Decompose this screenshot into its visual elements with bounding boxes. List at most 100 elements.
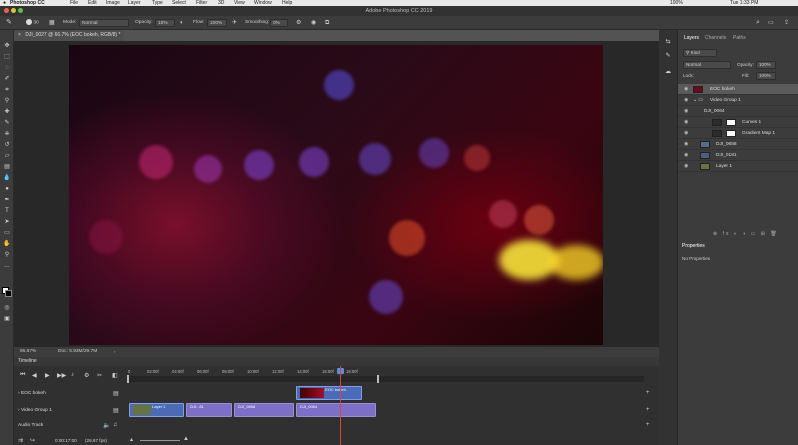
visibility-eye-icon[interactable]: ◉ — [684, 139, 688, 150]
zoom-tool-icon[interactable]: ⚲ — [3, 251, 11, 259]
dodge-tool-icon[interactable]: ● — [3, 185, 11, 193]
blend-mode-dropdown[interactable]: Normal — [683, 61, 731, 69]
layer-row-dji-0181[interactable]: ◉ DJI_0181 — [678, 150, 798, 161]
history-panel-icon[interactable]: ⇆ — [664, 38, 672, 46]
layer-row-gradient-map[interactable]: ◉ Gradient Map 1 — [678, 128, 798, 139]
previous-frame-icon[interactable]: ◀ — [32, 372, 37, 379]
quick-select-tool-icon[interactable]: ✐ — [3, 75, 11, 83]
timeline-zoom-slider[interactable] — [140, 440, 180, 441]
minimize-window-button[interactable] — [11, 8, 16, 13]
symmetry-icon[interactable]: ⧉ — [325, 19, 329, 27]
workspace-icon[interactable]: ▭ — [768, 19, 774, 27]
add-media-icon[interactable]: + — [646, 407, 650, 413]
fill-field[interactable]: 100% — [756, 72, 776, 80]
track-options-icon[interactable]: ▤ — [113, 407, 119, 414]
audio-note-icon[interactable]: ♫ — [113, 422, 118, 428]
airbrush-icon[interactable]: ✈ — [232, 19, 237, 27]
crop-tool-icon[interactable]: ⌗ — [3, 86, 11, 94]
track-label-audio[interactable]: Audio Track — [18, 423, 43, 428]
layer-row-dji-0658[interactable]: ◉ DJI_0658 — [678, 139, 798, 150]
gradient-tool-icon[interactable]: ▤ — [3, 163, 11, 171]
type-tool-icon[interactable]: T — [3, 207, 11, 215]
opacity-field[interactable]: 10% — [155, 19, 175, 27]
visibility-eye-icon[interactable]: ◉ — [684, 161, 688, 172]
shape-tool-icon[interactable]: ▭ — [3, 229, 11, 237]
history-brush-tool-icon[interactable]: ↺ — [3, 141, 11, 149]
close-window-button[interactable] — [4, 8, 9, 13]
healing-brush-tool-icon[interactable]: ✚ — [3, 108, 11, 116]
flow-field[interactable]: 100% — [207, 19, 227, 27]
tab-layers[interactable]: Layers — [684, 35, 699, 41]
audio-volume-icon[interactable]: 🔈 — [103, 422, 110, 429]
smoothing-field[interactable]: 0% — [270, 19, 288, 27]
timeline-clip-eoc-bokeh[interactable]: EOC bokeh — [296, 386, 362, 400]
layer-row-dji-0064[interactable]: ◉ DJI_0064 — [678, 106, 798, 117]
zoom-window-button[interactable] — [18, 8, 23, 13]
brush-tool-icon-active[interactable]: ✎ — [3, 119, 11, 127]
brush-settings-icon[interactable]: ▦ — [49, 19, 55, 27]
share-icon[interactable]: ⇪ — [784, 19, 789, 27]
lasso-tool-icon[interactable]: ◌ — [3, 64, 11, 72]
timeline-clip-dji-0658[interactable]: DJI_0658 — [234, 403, 294, 417]
layer-opacity-field[interactable]: 100% — [756, 61, 776, 69]
track-options-icon[interactable]: ▤ — [113, 390, 119, 397]
zoom-out-icon[interactable]: ▴ — [130, 436, 133, 443]
marquee-tool-icon[interactable]: ⬚ — [3, 53, 11, 61]
pressure-size-icon[interactable]: ◉ — [311, 19, 316, 27]
timeline-clip-dji-0064[interactable]: DJI_0064 — [296, 403, 376, 417]
layer-row-layer1[interactable]: ◉ Layer 1 — [678, 161, 798, 172]
status-menu-arrow-icon[interactable]: › — [114, 347, 115, 357]
go-to-first-frame-icon[interactable]: ⏮ — [20, 372, 25, 379]
search-icon[interactable]: ⌕ — [756, 19, 760, 27]
smoothing-options-gear-icon[interactable]: ⚙ — [296, 19, 301, 27]
move-tool-icon[interactable]: ✥ — [3, 42, 11, 50]
mode-dropdown[interactable]: Normal — [79, 19, 129, 27]
add-media-icon[interactable]: + — [646, 422, 650, 428]
brush-tool-icon[interactable]: ✎ — [6, 19, 12, 27]
zoom-in-icon[interactable]: ▲ — [183, 436, 189, 442]
blur-tool-icon[interactable]: 💧 — [3, 174, 11, 182]
visibility-eye-icon[interactable]: ◉ — [684, 84, 688, 95]
pen-tool-icon[interactable]: ✒ — [3, 196, 11, 204]
timeline-clip-dji-81[interactable]: DJI...81 — [186, 403, 232, 417]
convert-frame-icon[interactable]: ↪ — [30, 437, 35, 444]
brush-panel-icon[interactable]: ✎ — [664, 52, 672, 60]
settings-gear-icon[interactable]: ⚙ — [84, 372, 89, 379]
quick-mask-icon[interactable]: ◎ — [3, 304, 11, 312]
tab-paths[interactable]: Paths — [733, 35, 746, 41]
layer-row-curves[interactable]: ◉ Curves 1 — [678, 117, 798, 128]
document-tab[interactable]: × DJI_0027 @ 66.7% (EOC bokeh, RGB/8) * — [14, 30, 124, 41]
work-area-start-handle[interactable] — [127, 375, 129, 383]
layer-row-eoc-bokeh[interactable]: ◉ EOC bokeh — [678, 84, 798, 95]
next-frame-icon[interactable]: ▶▶ — [57, 372, 66, 379]
timeline-clip-layer1[interactable]: Layer 1 — [129, 403, 184, 417]
brush-preset-picker[interactable]: 30 — [26, 19, 39, 27]
more-tools-icon[interactable]: … — [3, 262, 11, 270]
visibility-eye-icon[interactable]: ◉ — [684, 150, 688, 161]
track-label-video-group[interactable]: › Video Group 1 — [18, 408, 52, 413]
filter-kind-dropdown[interactable]: ⚲ Kind — [683, 49, 717, 57]
tab-channels[interactable]: Channels — [705, 35, 726, 41]
visibility-eye-icon[interactable]: ◉ — [684, 128, 688, 139]
visibility-eye-icon[interactable]: ◉ — [684, 95, 688, 106]
audio-mute-icon[interactable]: ♪ — [71, 372, 74, 378]
pressure-opacity-icon[interactable]: ◐ — [180, 19, 184, 27]
visibility-eye-icon[interactable]: ◉ — [684, 117, 688, 128]
eyedropper-tool-icon[interactable]: ⚲ — [3, 97, 11, 105]
play-icon[interactable]: ▶ — [45, 372, 50, 379]
screen-mode-icon[interactable]: ▣ — [3, 315, 11, 323]
background-color-swatch[interactable] — [5, 290, 12, 297]
eraser-tool-icon[interactable]: ▱ — [3, 152, 11, 160]
path-selection-tool-icon[interactable]: ➤ — [3, 218, 11, 226]
add-media-icon[interactable]: + — [646, 390, 650, 396]
work-area-end-handle[interactable] — [377, 375, 379, 383]
track-label-eoc[interactable]: › EOC bokeh — [18, 391, 46, 396]
cloud-panel-icon[interactable]: ☁ — [664, 68, 672, 76]
work-area-bar[interactable] — [128, 376, 644, 382]
hand-tool-icon[interactable]: ✋ — [3, 240, 11, 248]
visibility-eye-icon[interactable]: ◉ — [684, 106, 688, 117]
clone-stamp-tool-icon[interactable]: ⎈ — [3, 130, 11, 138]
close-tab-icon[interactable]: × — [18, 32, 21, 38]
split-scissors-icon[interactable]: ✂ — [97, 372, 102, 379]
document-canvas-image[interactable] — [69, 45, 603, 345]
